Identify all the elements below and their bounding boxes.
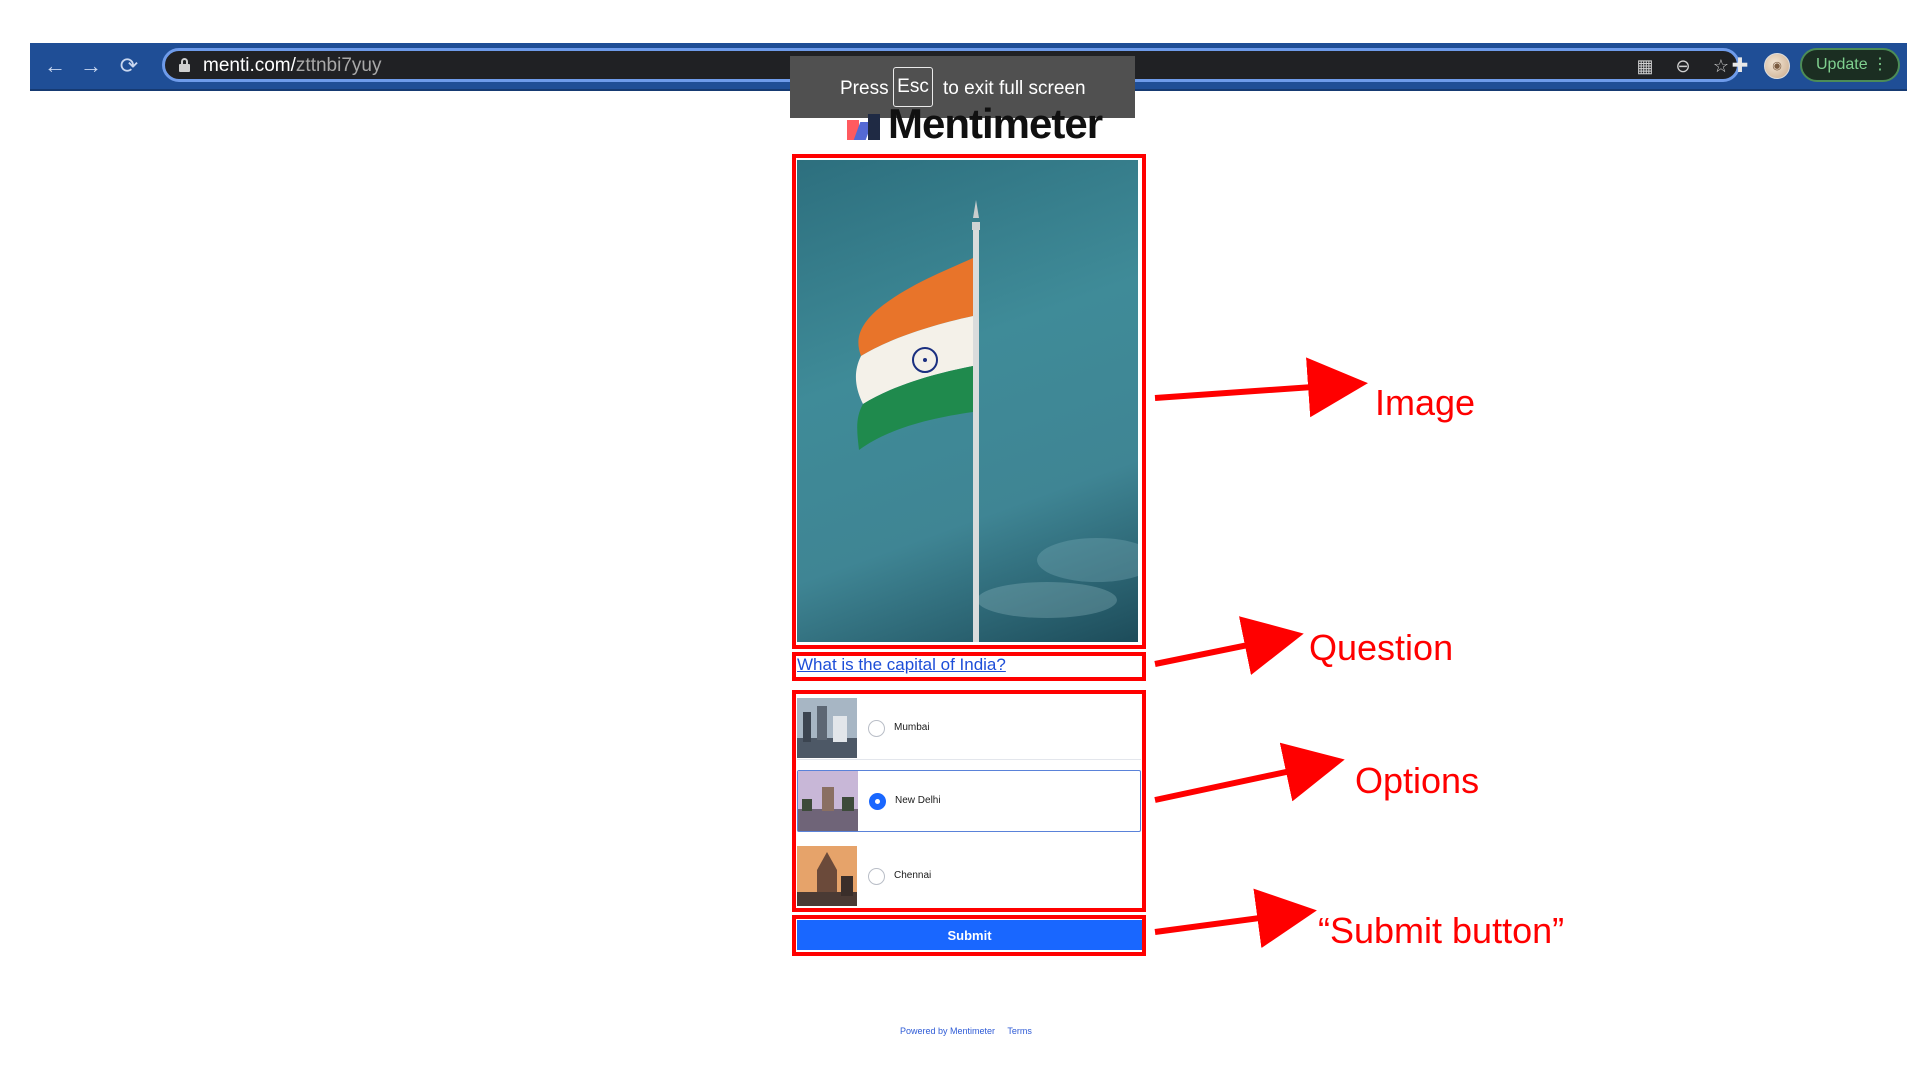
annotation-label-options: Options (1355, 760, 1480, 801)
annotation-arrows (1154, 357, 1368, 949)
annotation-label-submit: “Submit button” (1318, 910, 1565, 951)
annotation-label-image: Image (1375, 382, 1476, 423)
annotation-label-question: Question (1309, 627, 1454, 668)
